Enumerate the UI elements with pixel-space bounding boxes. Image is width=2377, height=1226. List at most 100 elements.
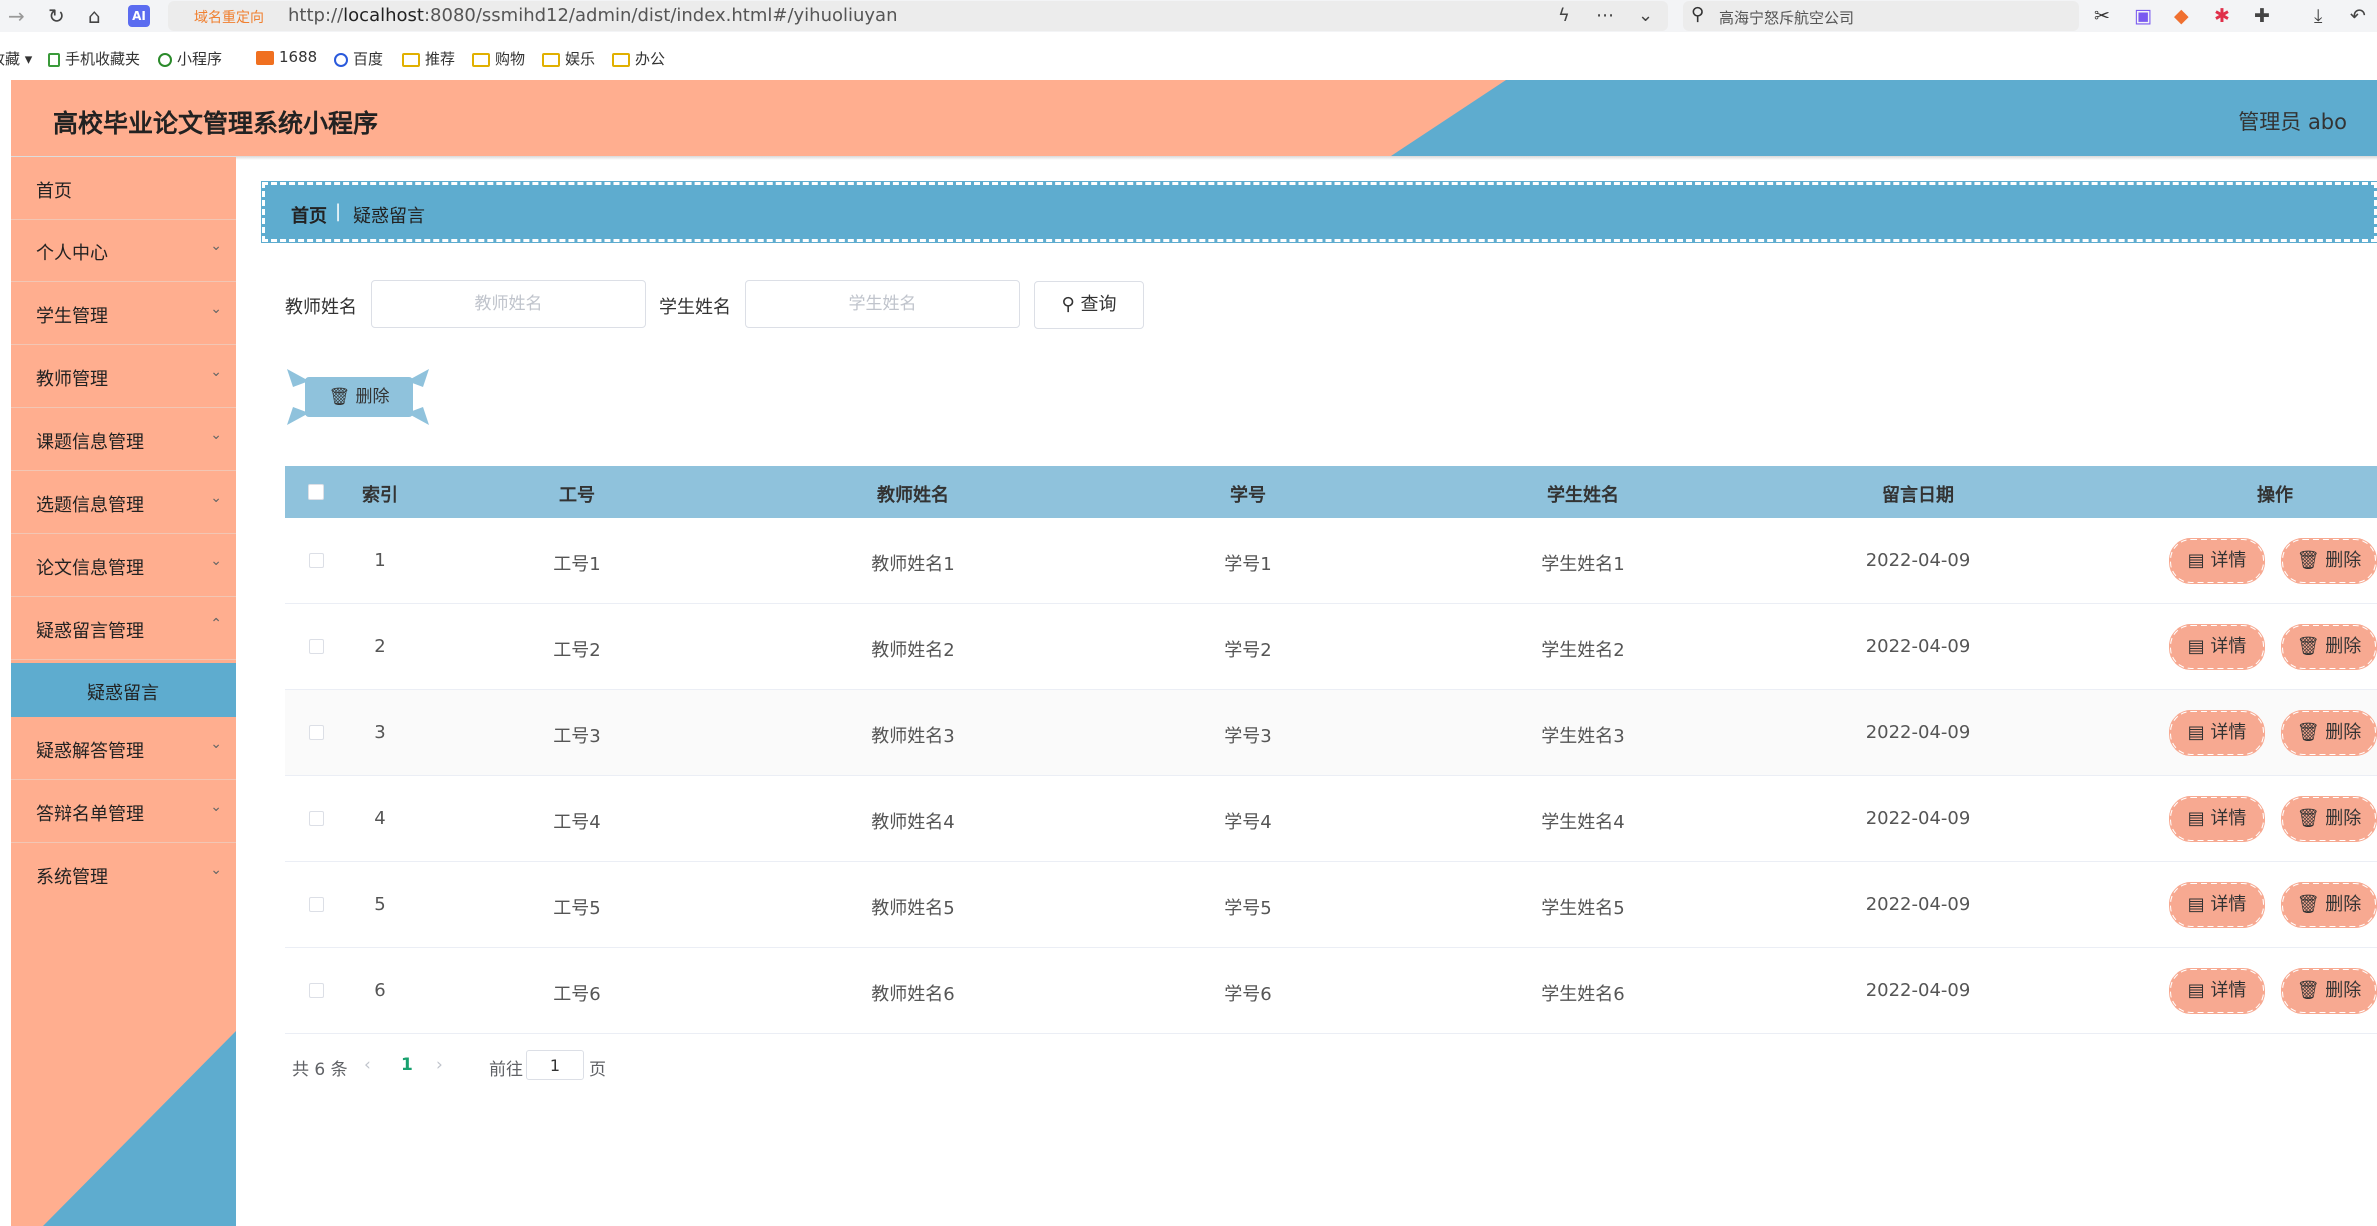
admin-user-label[interactable]: 管理员 abo (2238, 106, 2347, 136)
translate-icon[interactable]: ▣ (2134, 4, 2152, 28)
more-icon[interactable]: ⋯ (1596, 5, 1614, 26)
row-checkbox[interactable] (309, 983, 324, 998)
trash-icon: 🗑 (2296, 636, 2320, 657)
detail-button[interactable]: ▤ 详情 (2169, 968, 2265, 1014)
row-checkbox[interactable] (309, 553, 324, 568)
sidebar-item-answers[interactable]: 疑惑解答管理 ⌄ (11, 718, 236, 780)
bookmark-item[interactable]: 1688 (256, 48, 317, 66)
batch-delete-button[interactable]: 🗑 删除 (285, 367, 431, 427)
row-checkbox[interactable] (309, 897, 324, 912)
cell-student-no: 学号1 (1224, 554, 1272, 575)
bookmark-folder[interactable]: 购物 (472, 48, 525, 69)
goto-page-input[interactable] (526, 1050, 584, 1080)
sidebar-item-label: 个人中心 (36, 243, 108, 264)
row-checkbox[interactable] (309, 639, 324, 654)
cell-student-name: 学生姓名1 (1541, 554, 1625, 575)
extensions-icon[interactable]: ✚ (2254, 4, 2270, 28)
cell-date: 2022-04-09 (1865, 980, 1971, 1001)
detail-button[interactable]: ▤ 详情 (2169, 796, 2265, 842)
address-bar[interactable]: 域名重定向 http://localhost:8080/ssmihd12/adm… (168, 1, 1668, 31)
bookmark-folder[interactable]: 娱乐 (542, 48, 595, 69)
ai-extension-icon[interactable]: AI (128, 5, 150, 27)
bookmark-folder[interactable]: 办公 (612, 48, 665, 69)
detail-button[interactable]: ▤ 详情 (2169, 882, 2265, 928)
teacher-name-input[interactable] (371, 280, 646, 328)
lightning-icon[interactable]: ϟ (1558, 5, 1570, 26)
baidu-icon (334, 53, 348, 67)
delete-button[interactable]: 🗑 删除 (2281, 624, 2377, 670)
delete-button[interactable]: 🗑 删除 (2281, 538, 2377, 584)
cell-index: 5 (374, 894, 386, 915)
next-page-icon[interactable]: › (436, 1055, 443, 1075)
sidebar-subitem-questions[interactable]: 疑惑留言 (11, 663, 236, 717)
bookmark-item[interactable]: 收藏 ▾ (0, 48, 32, 69)
undo-icon[interactable]: ↶ (2350, 4, 2366, 28)
bookmark-item[interactable]: 小程序 (158, 48, 222, 69)
delete-button[interactable]: 🗑 删除 (2281, 968, 2377, 1014)
cell-student-no: 学号4 (1224, 812, 1272, 833)
cell-date: 2022-04-09 (1865, 636, 1971, 657)
cell-teacher-name: 教师姓名3 (871, 726, 955, 747)
detail-button[interactable]: ▤ 详情 (2169, 710, 2265, 756)
page-number-current[interactable]: 1 (401, 1055, 413, 1075)
home-icon[interactable]: ⌂ (88, 4, 101, 28)
detail-button[interactable]: ▤ 详情 (2169, 624, 2265, 670)
chevron-down-icon: ⌄ (210, 364, 222, 380)
breadcrumb-current: 疑惑留言 (353, 206, 425, 227)
sidebar-item-topics[interactable]: 课题信息管理 ⌄ (11, 409, 236, 471)
redirect-label: 域名重定向 (194, 10, 264, 26)
forward-arrow-icon[interactable]: → (8, 4, 25, 28)
1688-icon (256, 51, 274, 65)
chevron-down-icon: ⌄ (210, 736, 222, 752)
trash-icon: 🗑 (2296, 550, 2320, 571)
sidebar-item-profile[interactable]: 个人中心 ⌄ (11, 220, 236, 282)
row-checkbox[interactable] (309, 725, 324, 740)
bookmark-item[interactable]: 百度 (334, 48, 383, 69)
trash-icon: 🗑 (2296, 722, 2320, 743)
cell-student-no: 学号6 (1224, 984, 1272, 1005)
chevron-down-icon[interactable]: ⌄ (1638, 5, 1653, 26)
column-header: 留言日期 (1882, 485, 1954, 506)
select-all-checkbox[interactable] (308, 484, 324, 500)
download-icon[interactable]: ⤓ (2314, 4, 2322, 28)
sidebar-item-students[interactable]: 学生管理 ⌄ (11, 283, 236, 345)
breadcrumb-home[interactable]: 首页 (291, 202, 327, 228)
document-icon: ▤ (2187, 722, 2205, 743)
query-button[interactable]: ⚲ 查询 (1034, 281, 1144, 329)
cell-teacher-name: 教师姓名4 (871, 812, 955, 833)
bookmark-item[interactable]: 手机收藏夹 (48, 48, 140, 69)
breadcrumb: 首页 | 疑惑留言 (261, 181, 2377, 243)
chevron-down-icon: ⌄ (210, 238, 222, 254)
sidebar-item-label: 选题信息管理 (36, 495, 144, 516)
column-header: 索引 (362, 485, 398, 506)
detail-button[interactable]: ▤ 详情 (2169, 538, 2265, 584)
sidebar-item-label: 教师管理 (36, 369, 108, 390)
game-icon[interactable]: ◆ (2174, 4, 2189, 28)
search-suggestion: 高海宁怒斥航空公司 (1719, 9, 1855, 27)
delete-button[interactable]: 🗑 删除 (2281, 796, 2377, 842)
sidebar-item-defense-list[interactable]: 答辩名单管理 ⌄ (11, 781, 236, 843)
browser-search-box[interactable]: ⚲ 高海宁怒斥航空公司 (1683, 1, 2079, 31)
sidebar-item-home[interactable]: 首页 (11, 158, 236, 220)
sidebar-decoration (43, 1031, 236, 1226)
column-header: 教师姓名 (877, 485, 949, 506)
sidebar-item-teachers[interactable]: 教师管理 ⌄ (11, 346, 236, 408)
column-header: 学号 (1230, 485, 1266, 506)
cell-student-no: 学号3 (1224, 726, 1272, 747)
delete-button[interactable]: 🗑 删除 (2281, 882, 2377, 928)
row-checkbox[interactable] (309, 811, 324, 826)
scissors-icon[interactable]: ✂ (2094, 4, 2110, 28)
sidebar-item-topic-selection[interactable]: 选题信息管理 ⌄ (11, 472, 236, 534)
cell-work-no: 工号6 (553, 984, 601, 1005)
prev-page-icon[interactable]: ‹ (364, 1055, 371, 1075)
sidebar-item-thesis[interactable]: 论文信息管理 ⌄ (11, 535, 236, 597)
network-icon[interactable]: ✱ (2214, 4, 2230, 28)
url-text[interactable]: http://localhost:8080/ssmihd12/admin/dis… (288, 5, 898, 26)
sidebar-item-system[interactable]: 系统管理 ⌄ (11, 844, 236, 906)
student-name-input[interactable] (745, 280, 1020, 328)
sidebar-item-label: 疑惑解答管理 (36, 741, 144, 762)
sidebar-item-questions[interactable]: 疑惑留言管理 ⌃ (11, 598, 236, 660)
reload-icon[interactable]: ↻ (48, 4, 65, 28)
bookmark-folder[interactable]: 推荐 (402, 48, 455, 69)
delete-button[interactable]: 🗑 删除 (2281, 710, 2377, 756)
